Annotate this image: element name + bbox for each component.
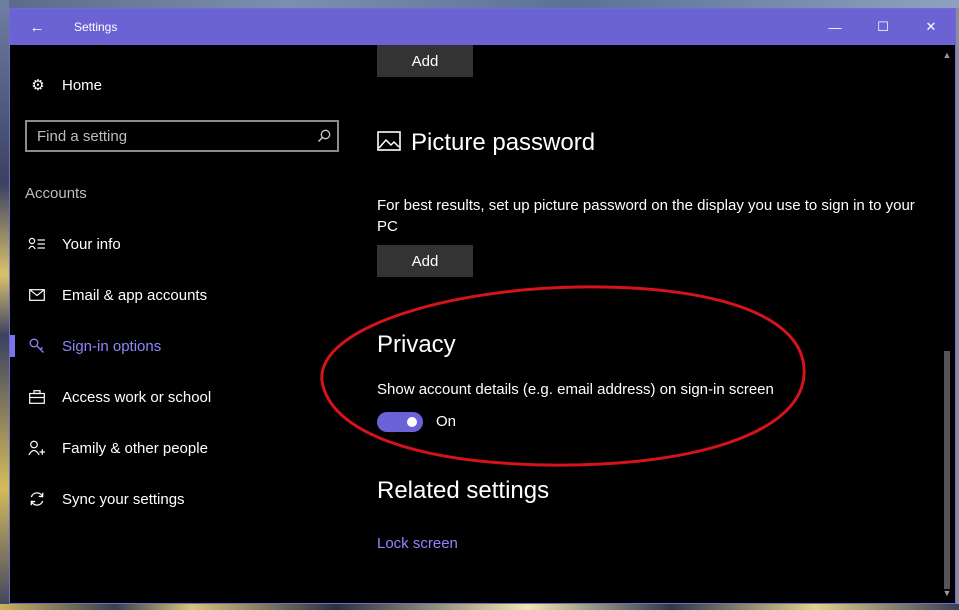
scrollbar-thumb[interactable]: [944, 351, 950, 589]
minimize-button[interactable]: —: [811, 9, 859, 45]
search-box: [25, 120, 339, 152]
add-picture-password-button[interactable]: Add: [377, 245, 473, 277]
picture-password-title: Picture password: [411, 129, 596, 156]
sidebar-item-email-app-accounts[interactable]: Email & app accounts: [10, 277, 355, 313]
search-icon[interactable]: [311, 122, 337, 150]
sidebar-item-label: Family & other people: [62, 439, 208, 457]
sidebar-item-family-other-people[interactable]: Family & other people: [10, 430, 355, 466]
picture-password-heading: Picture password: [377, 129, 595, 157]
sidebar-item-label: Your info: [62, 235, 121, 253]
show-account-details-toggle[interactable]: [377, 412, 423, 432]
selection-indicator: [10, 386, 15, 408]
key-icon: [26, 335, 48, 357]
selection-indicator: [10, 437, 15, 459]
title-bar: ← Settings — ☐ ✕: [10, 9, 955, 45]
sidebar-item-sign-in-options[interactable]: Sign-in options: [10, 328, 355, 364]
window-controls: — ☐ ✕: [811, 9, 955, 45]
selection-indicator: [10, 233, 15, 255]
sidebar-item-label: Email & app accounts: [62, 286, 208, 304]
person-add-icon: [26, 437, 48, 459]
desktop-wallpaper-left: [0, 0, 9, 610]
sidebar: ⚙ Home Accounts Your info Email & app ac…: [10, 45, 355, 603]
main-content: Add Picture password For best results, s…: [355, 45, 939, 603]
privacy-description: Show account details (e.g. email address…: [377, 381, 774, 398]
sidebar-item-sync-settings[interactable]: Sync your settings: [10, 481, 355, 517]
maximize-button[interactable]: ☐: [859, 9, 907, 45]
search-input[interactable]: [27, 127, 311, 145]
mail-icon: [26, 284, 48, 306]
gear-icon: ⚙: [31, 77, 45, 94]
selection-indicator: [10, 284, 15, 306]
sidebar-item-label: Sync your settings: [62, 490, 185, 508]
desktop-wallpaper-top: [0, 0, 959, 8]
settings-window: ← Settings — ☐ ✕ ⚙ Home Accounts Your in…: [9, 8, 956, 604]
scroll-down-arrow-icon[interactable]: ▼: [939, 585, 955, 601]
sidebar-item-label: Access work or school: [62, 388, 212, 406]
back-button[interactable]: ←: [10, 9, 64, 45]
privacy-heading: Privacy: [377, 331, 456, 358]
sync-icon: [26, 488, 48, 510]
window-title: Settings: [74, 20, 118, 34]
scroll-up-arrow-icon[interactable]: ▲: [939, 47, 955, 63]
sidebar-item-label: Sign-in options: [62, 337, 162, 355]
section-label-accounts: Accounts: [25, 185, 87, 202]
sidebar-item-access-work-school[interactable]: Access work or school: [10, 379, 355, 415]
person-list-icon: [26, 233, 48, 255]
vertical-scrollbar[interactable]: ▲ ▼: [939, 45, 955, 603]
briefcase-icon: [26, 386, 48, 408]
related-settings-heading: Related settings: [377, 477, 550, 504]
desktop-wallpaper-bottom: [0, 604, 959, 610]
sidebar-home[interactable]: ⚙ Home: [28, 73, 102, 97]
picture-password-description: For best results, set up picture passwor…: [377, 197, 915, 235]
add-button-top[interactable]: Add: [377, 45, 473, 77]
home-label: Home: [62, 76, 103, 94]
lock-screen-link[interactable]: Lock screen: [377, 535, 458, 552]
picture-icon: [377, 130, 401, 156]
close-button[interactable]: ✕: [907, 9, 955, 45]
sidebar-item-your-info[interactable]: Your info: [10, 226, 355, 262]
toggle-knob: [407, 417, 417, 427]
selection-indicator: [10, 335, 15, 357]
toggle-state-label: On: [436, 413, 457, 430]
selection-indicator: [10, 488, 15, 510]
back-arrow-icon: ←: [29, 18, 45, 36]
